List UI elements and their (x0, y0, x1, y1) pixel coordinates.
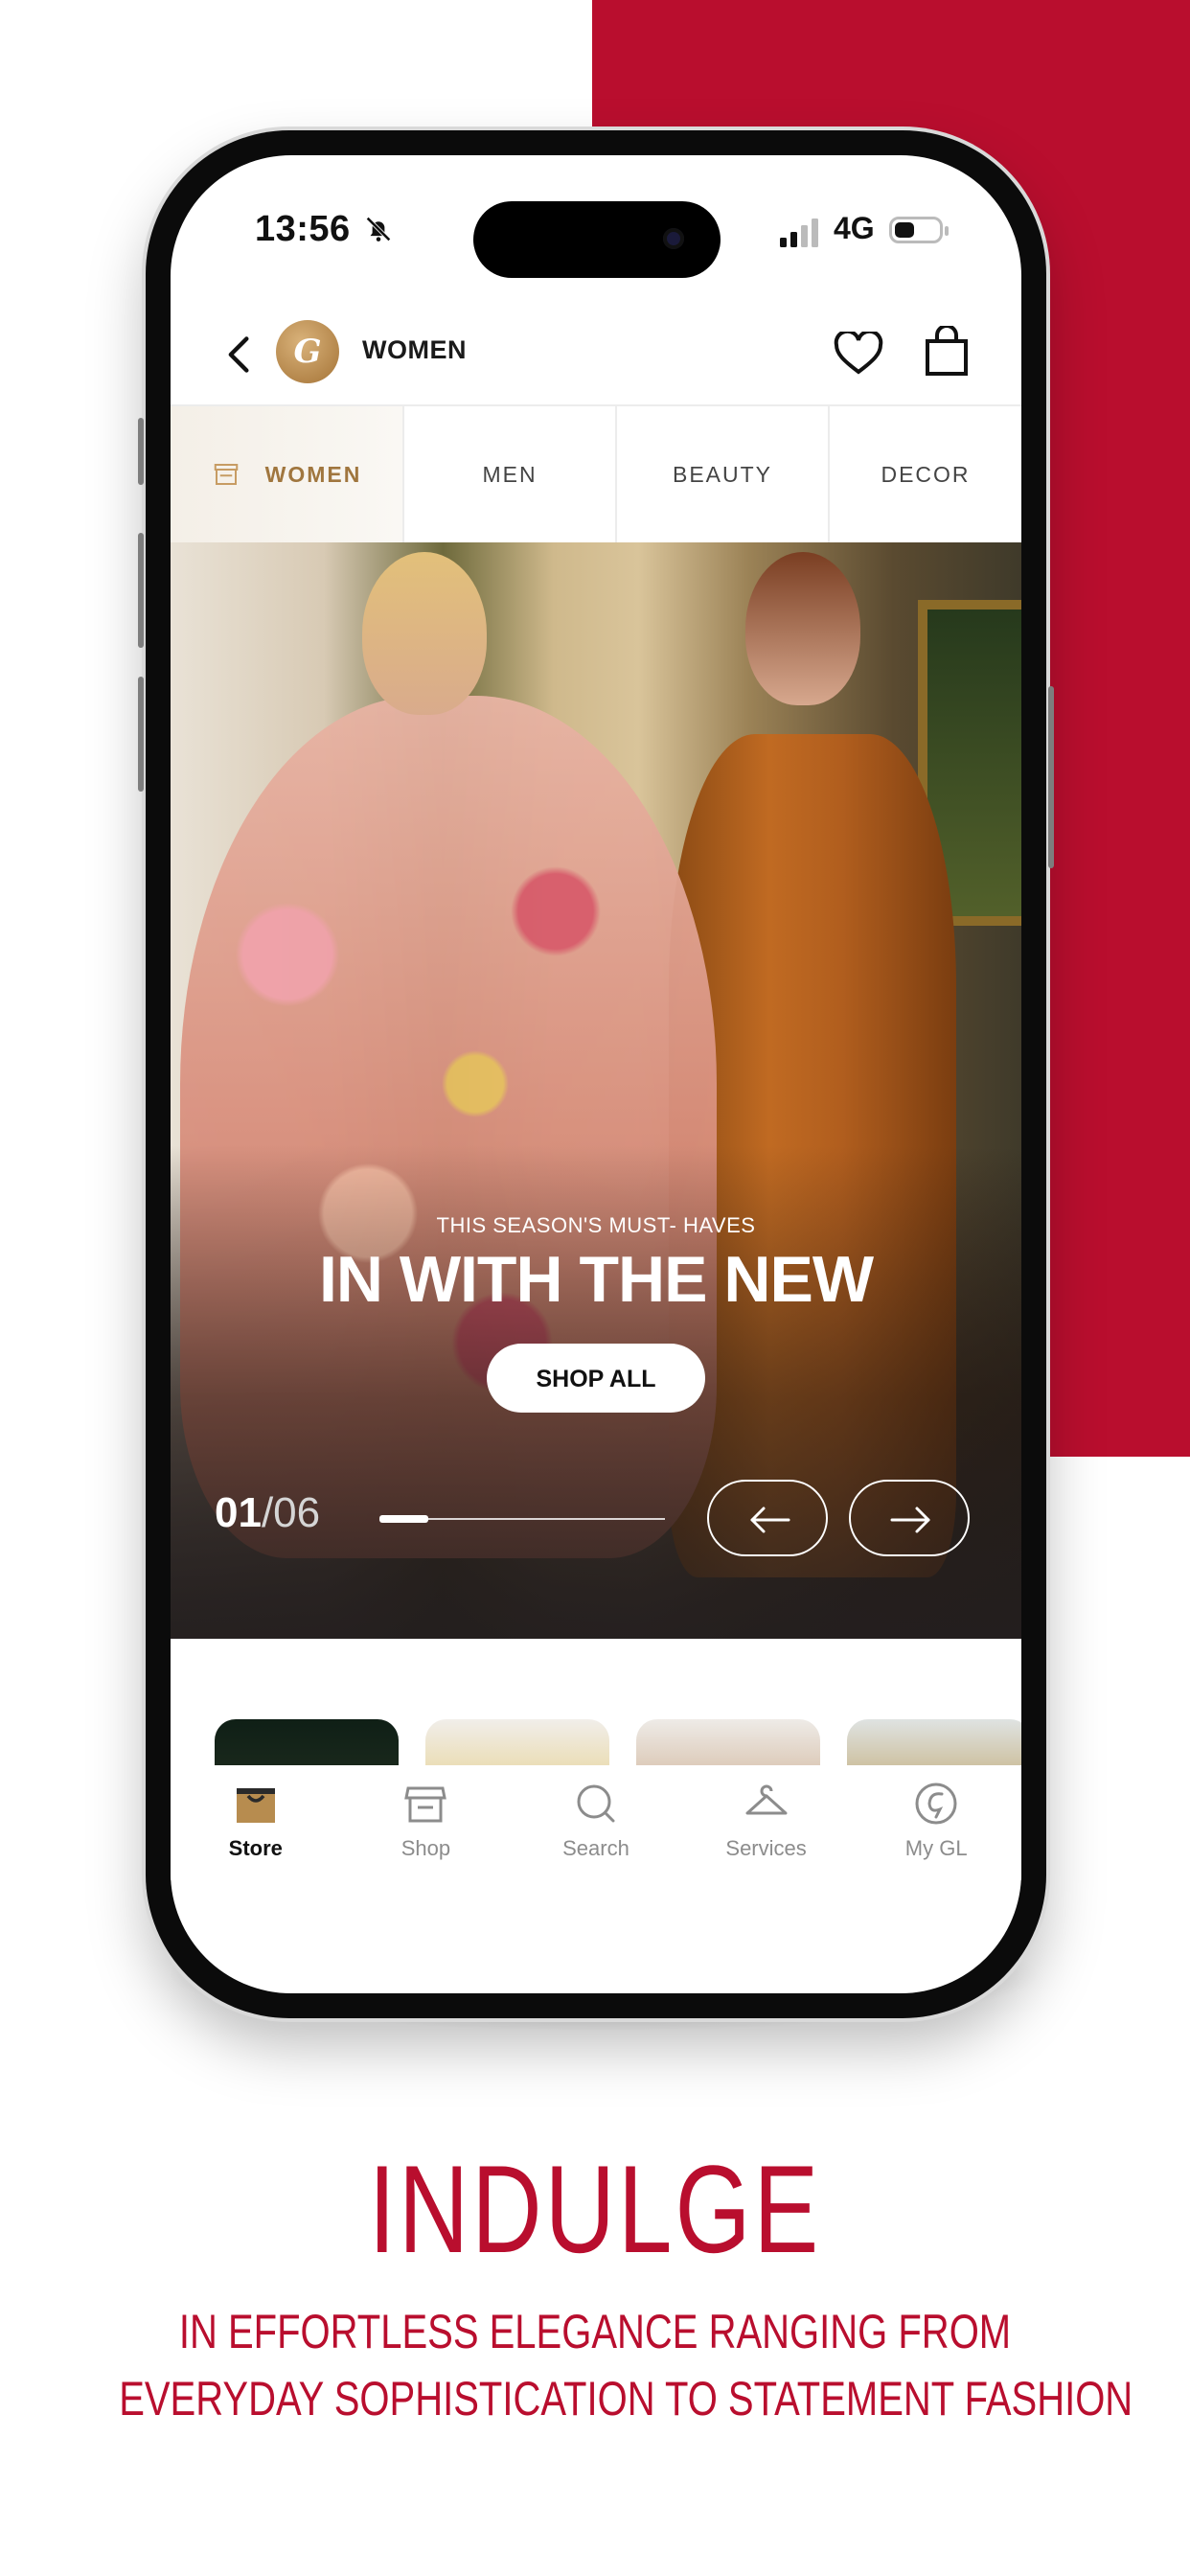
nav-shop[interactable]: Shop (358, 1765, 492, 1880)
next-slide-button[interactable] (849, 1480, 970, 1556)
promo-subtitle-line-2: EVERYDAY SOPHISTICATION TO STATEMENT FAS… (119, 2372, 1133, 2426)
hero-headline: IN WITH THE NEW (318, 1243, 874, 1316)
hero-gradient-overlay (171, 542, 1021, 1639)
network-label: 4G (834, 211, 875, 245)
tab-beauty[interactable]: BEAUTY (617, 406, 830, 542)
gl-monogram-icon (915, 1782, 957, 1825)
bell-muted-icon (366, 217, 391, 242)
phone-power-button (1048, 686, 1054, 868)
phone-volume-up-button (138, 533, 144, 648)
arrow-right-icon (890, 1506, 930, 1533)
heart-icon[interactable] (834, 332, 883, 376)
status-time: 13:56 (255, 209, 351, 249)
nav-label: Search (562, 1836, 629, 1860)
store-bag-icon (236, 1788, 275, 1823)
front-camera (663, 228, 684, 249)
hero-banner[interactable]: THIS SEASON'S MUST- HAVES IN WITH THE NE… (171, 542, 1021, 1639)
nav-search[interactable]: Search (529, 1765, 663, 1880)
shop-all-button[interactable]: SHOP ALL (487, 1344, 705, 1413)
tab-decor[interactable]: DECOR (830, 406, 1021, 542)
tab-label: WOMEN (264, 461, 362, 487)
tab-women[interactable]: WOMEN (171, 406, 404, 542)
nav-services[interactable]: Services (699, 1765, 834, 1880)
promo-subtitle-line-1: IN EFFORTLESS ELEGANCE RANGING FROM (178, 2305, 1012, 2358)
tab-men[interactable]: MEN (404, 406, 617, 542)
battery-icon (889, 217, 949, 243)
slide-total: /06 (261, 1489, 321, 1536)
app-header: G WOMEN (171, 299, 1021, 406)
phone-mute-switch (138, 418, 144, 485)
gl-monogram-logo[interactable]: G (276, 320, 339, 383)
slide-counter: 01/06 (215, 1489, 320, 1537)
nav-label: My GL (904, 1836, 968, 1860)
nav-store[interactable]: Store (189, 1765, 323, 1880)
hanger-icon (745, 1784, 788, 1815)
storefront-icon (404, 1786, 447, 1823)
status-bar: 13:56 4G (171, 155, 1021, 280)
tab-label: DECOR (881, 461, 971, 487)
tab-label: MEN (482, 461, 538, 487)
promo-title: INDULGE (368, 2139, 822, 2279)
page-title: WOMEN (362, 335, 467, 364)
nav-label: Store (228, 1836, 283, 1860)
hero-eyebrow: THIS SEASON'S MUST- HAVES (436, 1213, 756, 1237)
phone-screen: 13:56 4G G WOMEN WOMEN MEN BEAUTY DECOR … (171, 155, 1021, 1993)
slide-progress-track (379, 1515, 665, 1523)
product-thumbnail-strip (171, 1639, 1021, 1781)
arrow-left-icon (750, 1506, 790, 1533)
shopping-bag-icon[interactable] (924, 326, 970, 376)
nav-label: Services (725, 1836, 807, 1860)
chevron-left-icon[interactable] (220, 334, 259, 376)
phone-volume-down-button (138, 677, 144, 792)
search-icon (577, 1784, 615, 1823)
signal-icon (780, 218, 818, 247)
storefront-icon (214, 464, 238, 485)
bottom-navigation: Store Shop Search Services My GL (171, 1765, 1021, 1880)
slide-current: 01 (215, 1489, 262, 1536)
nav-label: Shop (400, 1836, 451, 1860)
category-tabs: WOMEN MEN BEAUTY DECOR (171, 406, 1021, 542)
tab-label: BEAUTY (672, 461, 773, 487)
previous-slide-button[interactable] (707, 1480, 828, 1556)
slide-progress-fill (379, 1515, 428, 1523)
app-store-promo-page: 13:56 4G G WOMEN WOMEN MEN BEAUTY DECOR … (0, 0, 1190, 2576)
phone-frame: 13:56 4G G WOMEN WOMEN MEN BEAUTY DECOR … (138, 130, 1054, 2018)
nav-my-gl[interactable]: My GL (869, 1765, 1003, 1880)
